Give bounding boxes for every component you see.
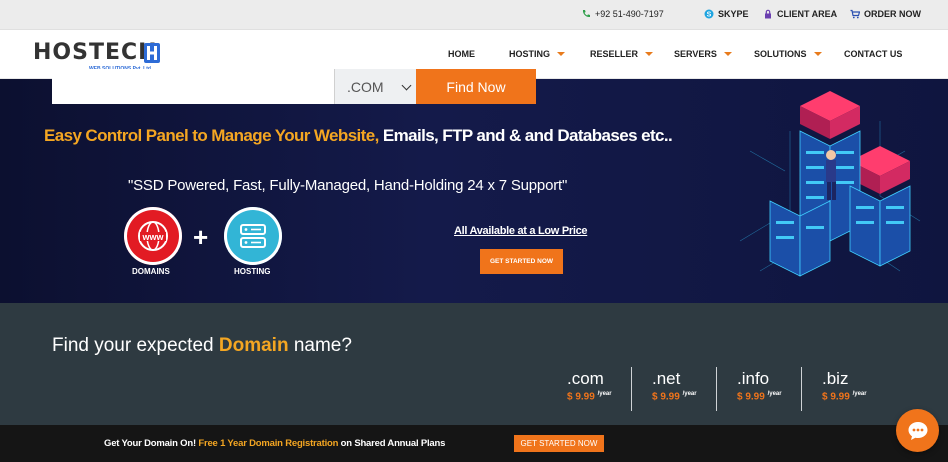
chevron-down-icon <box>645 52 654 56</box>
nav-label: HOSTING <box>509 49 551 59</box>
promo-suffix: on Shared Annual Plans <box>338 438 446 449</box>
price-com: .com $ 9.99 /year <box>567 369 647 402</box>
hosting-label: HOSTING <box>234 267 271 276</box>
tld-select[interactable]: .COM <box>334 69 416 104</box>
tld-ext: .info <box>737 369 770 388</box>
nav-item-servers[interactable]: SERVERS <box>674 49 732 59</box>
skype-link[interactable]: S SKYPE <box>704 9 749 19</box>
nav-label: CONTACT US <box>844 49 903 59</box>
logo-mark-icon <box>144 43 160 63</box>
phone-icon <box>582 10 590 18</box>
tld-selected-value: .COM <box>347 78 384 95</box>
svg-text:S: S <box>707 12 712 19</box>
divider <box>631 367 632 411</box>
nav-item-reseller[interactable]: RESELLER <box>590 49 654 59</box>
tld-price-period: /year <box>767 391 782 397</box>
tld-price-amount: $ 9.99 <box>737 391 765 403</box>
find-now-button[interactable]: Find Now <box>416 69 536 104</box>
hero-tagline: "SSD Powered, Fast, Fully-Managed, Hand-… <box>128 177 568 194</box>
tld-price: $ 9.99 /year <box>652 391 732 402</box>
chat-widget-button[interactable] <box>896 409 939 452</box>
svg-text:www: www <box>141 232 164 242</box>
nav-label: HOME <box>448 49 475 59</box>
cart-icon <box>850 9 860 19</box>
logo-wordmark: HOSTECH <box>33 40 158 65</box>
server-icon <box>240 224 266 248</box>
chat-bubble-icon <box>908 421 927 440</box>
tld-price-period: /year <box>852 391 867 397</box>
promo-prefix: Get Your Domain On! <box>104 438 199 449</box>
chevron-down-icon <box>813 52 822 56</box>
nav-label: SOLUTIONS <box>754 49 807 59</box>
domains-label: DOMAINS <box>132 267 170 276</box>
tld-ext: .net <box>652 369 681 388</box>
domains-badge: www <box>124 207 182 265</box>
domain-search-section: Find your expected Domain name? <box>0 303 948 425</box>
nav-item-hosting[interactable]: HOSTING <box>509 49 566 59</box>
tld-price-period: /year <box>597 391 612 397</box>
hero-headline-rest: Emails, FTP and & and Databases etc.. <box>378 126 673 145</box>
tld-price-amount: $ 9.99 <box>567 391 595 403</box>
title-prefix: Find your expected <box>52 335 219 356</box>
price-biz: .biz $ 9.99 /year <box>822 369 902 402</box>
hero-banner: Easy Control Panel to Manage Your Websit… <box>0 79 948 303</box>
divider <box>801 367 802 411</box>
www-globe-icon: www <box>138 221 168 251</box>
promo-highlight: Free 1 Year Domain Registration <box>198 438 339 449</box>
nav-item-solutions[interactable]: SOLUTIONS <box>754 49 822 59</box>
title-highlight: Domain <box>218 335 289 356</box>
domain-search-input[interactable] <box>52 69 334 104</box>
hero-headline-highlight: Easy Control Panel to Manage Your Websit… <box>44 126 379 145</box>
skype-label: SKYPE <box>718 9 749 19</box>
hero-headline: Easy Control Panel to Manage Your Websit… <box>44 126 673 146</box>
phone-link[interactable]: +92 51-490-7197 <box>581 9 664 19</box>
tld-ext: .biz <box>822 369 849 388</box>
chevron-down-icon <box>401 80 412 91</box>
nav-label: SERVERS <box>674 49 717 59</box>
domain-search-title: Find your expected Domain name? <box>52 335 352 357</box>
order-now-link[interactable]: ORDER NOW <box>850 9 921 19</box>
plus-sign: + <box>193 222 209 252</box>
order-now-label: ORDER NOW <box>864 9 921 19</box>
tld-price-amount: $ 9.99 <box>652 391 680 403</box>
low-price-link[interactable]: All Available at a Low Price <box>454 225 588 237</box>
chevron-down-icon <box>557 52 566 56</box>
top-bar: +92 51-490-7197 S SKYPE CLIENT AREA ORDE… <box>0 0 948 30</box>
nav-label: RESELLER <box>590 49 639 59</box>
page: +92 51-490-7197 S SKYPE CLIENT AREA ORDE… <box>0 0 948 462</box>
title-suffix: name? <box>288 335 352 356</box>
promo-bar: Get Your Domain On! Free 1 Year Domain R… <box>0 425 948 462</box>
nav-item-contact-us[interactable]: CONTACT US <box>844 49 902 59</box>
client-area-link[interactable]: CLIENT AREA <box>763 9 837 19</box>
client-area-label: CLIENT AREA <box>777 9 838 19</box>
divider <box>716 367 717 411</box>
price-info: .info $ 9.99 /year <box>737 369 817 402</box>
nav-item-home[interactable]: HOME <box>448 49 475 59</box>
promo-get-started-button[interactable]: GET STARTED NOW <box>514 435 604 452</box>
server-isometric-illustration <box>739 91 921 277</box>
tld-price: $ 9.99 /year <box>737 391 817 402</box>
promo-text: Get Your Domain On! Free 1 Year Domain R… <box>104 438 445 449</box>
price-net: .net $ 9.99 /year <box>652 369 732 402</box>
tld-ext: .com <box>567 369 604 388</box>
lock-icon <box>765 9 771 19</box>
tld-price: $ 9.99 /year <box>567 391 647 402</box>
chevron-down-icon <box>723 52 732 56</box>
phone-number: +92 51-490-7197 <box>595 9 664 19</box>
tld-price: $ 9.99 /year <box>822 391 902 402</box>
hosting-badge <box>224 207 282 265</box>
tld-price-amount: $ 9.99 <box>822 391 850 403</box>
skype-icon: S <box>704 9 714 19</box>
tld-price-period: /year <box>682 391 697 397</box>
hero-get-started-button[interactable]: GET STARTED NOW <box>480 249 563 274</box>
